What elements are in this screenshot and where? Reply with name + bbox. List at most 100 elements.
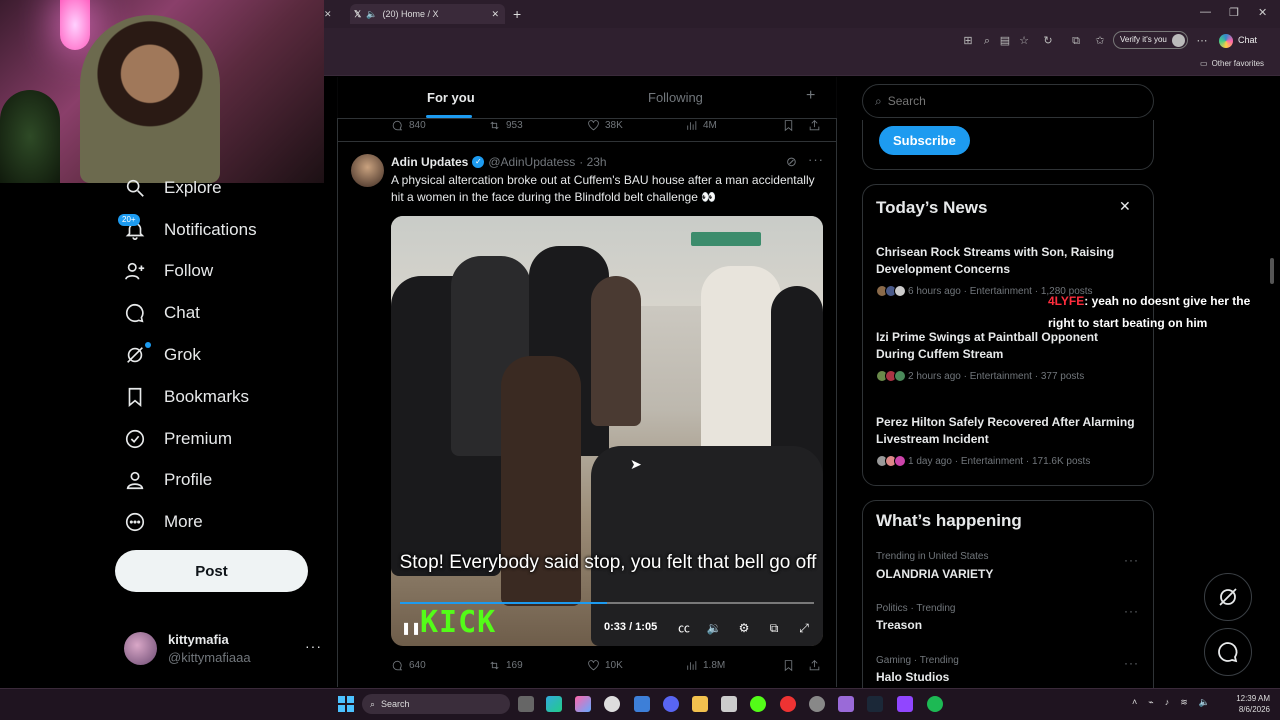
copilot-icon[interactable] xyxy=(1219,34,1233,48)
nav-profile[interactable]: Profile xyxy=(124,465,212,495)
reading-view-icon[interactable]: ▤ xyxy=(998,34,1012,48)
account-avatar[interactable] xyxy=(124,632,157,665)
minimize-button[interactable]: — xyxy=(1200,6,1211,18)
fullscreen-icon[interactable]: ⤢ xyxy=(796,620,812,636)
new-tab-button[interactable]: + xyxy=(513,4,521,24)
nav-explore[interactable]: Explore xyxy=(124,173,222,203)
verify-button[interactable]: Verify it's you xyxy=(1113,31,1188,49)
obs-icon[interactable] xyxy=(809,696,825,712)
tweet-author-name[interactable]: Adin Updates xyxy=(391,155,468,169)
news-item-title[interactable]: Chrisean Rock Streams with Son, Raising … xyxy=(876,244,1138,278)
taskbar-clock[interactable]: 12:39 AM 8/6/2026 xyxy=(1222,693,1270,715)
steam-icon[interactable] xyxy=(867,696,883,712)
prev-bookmark-button[interactable] xyxy=(782,119,795,132)
mic-icon[interactable]: ♪ xyxy=(1165,697,1170,708)
nav-grok[interactable]: Grok xyxy=(124,340,201,370)
maximize-button[interactable]: ❐ xyxy=(1229,6,1239,19)
trend-more-icon[interactable]: ··· xyxy=(1124,656,1139,670)
prev-like-button[interactable]: 38K xyxy=(587,119,623,132)
active-tab[interactable]: 𝕏 🔈 (20) Home / X ✕ xyxy=(350,4,505,24)
messages-fab-button[interactable] xyxy=(1204,628,1252,676)
edge-icon[interactable] xyxy=(546,696,562,712)
close-icon[interactable]: ✕ xyxy=(1119,198,1131,215)
tab-for-you[interactable]: For you xyxy=(427,90,475,105)
views-button[interactable]: 1.8M xyxy=(685,659,725,672)
search-box[interactable]: ⌕ xyxy=(862,84,1154,118)
captions-icon[interactable]: ㏄ xyxy=(676,620,692,636)
file-explorer-icon[interactable] xyxy=(692,696,708,712)
grok-fab-button[interactable] xyxy=(1204,573,1252,621)
other-favorites[interactable]: ▭ Other favorites xyxy=(1200,59,1264,68)
nav-premium[interactable]: Premium xyxy=(124,424,232,454)
apps-icon[interactable]: ⊞ xyxy=(961,34,975,48)
discord-icon[interactable] xyxy=(663,696,679,712)
extensions-icon[interactable]: ⧉ xyxy=(1069,34,1083,48)
search-input[interactable] xyxy=(887,94,1128,108)
news-item-title[interactable]: Perez Hilton Safely Recovered After Alar… xyxy=(876,414,1138,448)
close-tab-icon[interactable]: ✕ xyxy=(491,9,499,20)
post-button[interactable]: Post xyxy=(115,550,308,592)
add-feed-icon[interactable]: + xyxy=(806,87,815,105)
volume-icon[interactable]: 🔈 xyxy=(1199,697,1210,708)
more-menu-icon[interactable]: ⋯ xyxy=(1195,34,1209,48)
previous-tab-close[interactable]: ✕ xyxy=(324,4,332,24)
app-icon[interactable] xyxy=(721,696,737,712)
chat-button[interactable]: Chat xyxy=(1238,35,1257,45)
store-icon[interactable] xyxy=(634,696,650,712)
volume-icon[interactable]: 🔉 xyxy=(706,620,722,636)
account-name[interactable]: kittymafia xyxy=(168,632,229,647)
news-item-title[interactable]: Izi Prime Swings at Paintball Opponent D… xyxy=(876,329,1138,363)
prev-repost-button[interactable]: 953 xyxy=(488,119,523,132)
taskbar-search[interactable]: ⌕ Search xyxy=(362,694,510,714)
refresh-icon[interactable]: ↻ xyxy=(1041,34,1055,48)
task-view-icon[interactable] xyxy=(518,696,534,712)
chevron-up-icon[interactable]: ˄ xyxy=(1132,697,1137,708)
grok-explain-icon[interactable]: ⊘ xyxy=(786,154,797,170)
pause-icon[interactable]: ❚❚ xyxy=(401,620,421,636)
trend-name[interactable]: Treason xyxy=(876,618,922,632)
bookmark-button[interactable] xyxy=(782,659,795,672)
tweet-author-handle[interactable]: @AdinUpdatess xyxy=(488,155,575,169)
trend-more-icon[interactable]: ··· xyxy=(1124,553,1139,567)
prev-views-button[interactable]: 4M xyxy=(685,119,717,132)
copilot-taskbar-icon[interactable] xyxy=(575,696,591,712)
windows-start-icon[interactable] xyxy=(338,696,354,712)
trend-name[interactable]: OLANDRIA VARIETY xyxy=(876,567,993,581)
nav-follow[interactable]: Follow xyxy=(124,256,213,286)
twitch-icon[interactable] xyxy=(897,696,913,712)
nav-bookmarks[interactable]: Bookmarks xyxy=(124,382,249,412)
favorites-icon[interactable]: ✩ xyxy=(1093,34,1107,48)
share-button[interactable] xyxy=(808,659,821,672)
settings-gear-icon[interactable]: ⚙ xyxy=(736,620,752,636)
prev-reply-button[interactable]: 840 xyxy=(391,119,426,132)
tweet-video[interactable] xyxy=(391,216,823,646)
nav-notifications[interactable]: Notifications xyxy=(124,215,257,245)
tweet-more-icon[interactable]: ··· xyxy=(808,152,824,167)
nav-more[interactable]: More xyxy=(124,507,203,537)
repost-button[interactable]: 169 xyxy=(488,659,523,672)
network-icon[interactable]: ⌁ xyxy=(1148,697,1153,708)
trend-name[interactable]: Halo Studios xyxy=(876,670,949,684)
reply-button[interactable]: 640 xyxy=(391,659,426,672)
kick-icon[interactable] xyxy=(750,696,766,712)
tweet-author-avatar[interactable] xyxy=(351,154,384,187)
pip-icon[interactable]: ⧉ xyxy=(766,620,782,636)
app-icon[interactable] xyxy=(604,696,620,712)
like-button[interactable]: 10K xyxy=(587,659,623,672)
close-window-button[interactable]: ✕ xyxy=(1258,6,1267,19)
scroll-thumb[interactable] xyxy=(1270,258,1274,284)
recording-icon[interactable] xyxy=(780,696,796,712)
zoom-icon[interactable]: ⌕ xyxy=(980,34,994,48)
spotify-icon[interactable] xyxy=(927,696,943,712)
favorite-star-icon[interactable]: ☆ xyxy=(1017,34,1031,48)
subscribe-button[interactable]: Subscribe xyxy=(879,126,970,155)
nav-chat[interactable]: Chat xyxy=(124,298,200,328)
tweet-time[interactable]: · 23h xyxy=(579,155,606,169)
app-icon[interactable] xyxy=(838,696,854,712)
trend-more-icon[interactable]: ··· xyxy=(1124,604,1139,618)
tab-following[interactable]: Following xyxy=(648,90,703,105)
prev-share-button[interactable] xyxy=(808,119,821,132)
scrollbar[interactable] xyxy=(1270,78,1274,686)
account-menu-icon[interactable]: ··· xyxy=(305,638,322,654)
wifi-icon[interactable]: ≋ xyxy=(1180,697,1188,708)
